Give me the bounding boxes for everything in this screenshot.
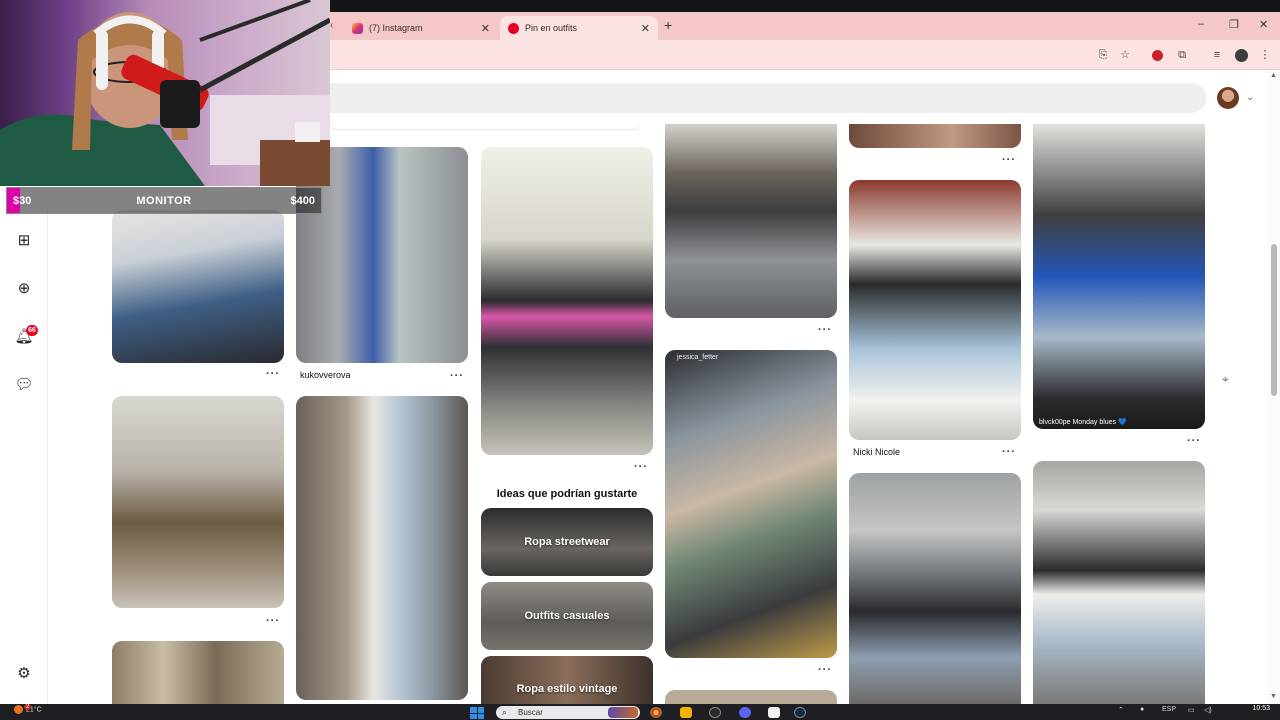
instagram-icon	[352, 22, 363, 34]
weather-icon	[14, 705, 23, 714]
pin-overlay-caption: jessica_fetter	[677, 354, 719, 361]
search-icon: ⌕	[502, 707, 508, 717]
goal-label: MONITOR	[136, 195, 192, 207]
scroll-down-icon[interactable]: ▼	[1270, 693, 1277, 700]
pin-more-button[interactable]: ···	[266, 615, 280, 627]
taskbar-search-input[interactable]: ⌕ Buscar	[496, 706, 640, 719]
pin-more-button[interactable]: ···	[266, 368, 280, 380]
pin-card[interactable]	[112, 641, 284, 704]
pin-card[interactable]	[112, 396, 284, 608]
weather-widget[interactable]: 21°C 2	[14, 704, 42, 714]
pin-card[interactable]: jessica_fetter	[665, 350, 837, 658]
messages-icon[interactable]: 💬︎	[14, 375, 34, 395]
tray-chevron-icon[interactable]: ⌃	[1118, 706, 1124, 714]
close-window-button[interactable]: ✕	[1259, 18, 1268, 31]
tab-instagram[interactable]: (7) Instagram ✕	[344, 16, 498, 40]
boards-icon[interactable]: ⊞	[14, 231, 34, 251]
browser-menu-icon[interactable]: ⋮	[1258, 48, 1272, 62]
idea-label: Outfits casuales	[524, 610, 610, 622]
pin-more-button[interactable]: ···	[450, 370, 464, 382]
pin-card[interactable]	[849, 473, 1021, 704]
chevron-down-icon[interactable]: ⌄	[1246, 92, 1254, 103]
discord-icon[interactable]	[739, 707, 751, 718]
notification-count-badge: 66	[26, 325, 38, 336]
chrome-icon[interactable]	[650, 707, 662, 718]
microphone-icon[interactable]: ●	[1140, 706, 1144, 713]
pin-card[interactable]	[849, 124, 1021, 148]
close-tab-icon[interactable]: ✕	[641, 22, 650, 35]
profile-avatar-icon[interactable]	[1235, 49, 1248, 62]
pin-caption: Nicki Nicole	[853, 447, 901, 457]
mouse-cursor-icon: ⌖	[1222, 372, 1229, 386]
search-input[interactable]	[330, 83, 1206, 113]
idea-label: Ropa streetwear	[524, 536, 610, 548]
taskbar-search-placeholder: Buscar	[518, 708, 543, 717]
pin-card[interactable]	[112, 210, 284, 363]
pin-more-button[interactable]: ···	[634, 461, 648, 473]
pin-card[interactable]: blvck00pe Monday blues 💙	[1033, 124, 1205, 429]
taskbar: 21°C 2 ⌕ Buscar ⌃ ● ESP ▭ ◁) 10:53	[0, 704, 1280, 720]
extension-red-icon[interactable]	[1152, 50, 1163, 61]
pin-more-button[interactable]: ···	[1002, 154, 1016, 166]
extensions-puzzle-icon[interactable]: ⧉	[1175, 48, 1189, 62]
pin-card[interactable]	[296, 396, 468, 700]
file-explorer-icon[interactable]	[680, 707, 692, 718]
pin-card[interactable]	[665, 690, 837, 704]
address-bar: ⎘ ☆ ⧉ ≡ ⋮	[330, 40, 1280, 70]
user-avatar[interactable]	[1217, 87, 1239, 109]
streamer-camera-image	[0, 0, 330, 186]
obs-icon[interactable]	[709, 707, 721, 718]
goal-max-amount: $400	[290, 195, 315, 207]
tab-pinterest[interactable]: Pin en outfits ✕	[500, 16, 658, 40]
close-tab-icon[interactable]: ✕	[481, 22, 490, 35]
tab-title: Pin en outfits	[525, 23, 578, 33]
search-highlight-image	[608, 707, 638, 718]
taskbar-clock[interactable]: 10:53	[1236, 705, 1270, 713]
tab-title: (7) Instagram	[369, 23, 423, 33]
pin-card[interactable]	[849, 180, 1021, 440]
idea-label: Ropa estilo vintage	[516, 683, 618, 695]
install-app-icon[interactable]: ⎘	[1096, 48, 1110, 62]
idea-card-vintage[interactable]: Ropa estilo vintage	[481, 656, 653, 704]
donation-goal-bar: $30 MONITOR $400	[6, 187, 322, 214]
webcam-overlay	[0, 0, 330, 186]
minimize-button[interactable]: –	[1198, 18, 1204, 30]
search-dropdown-edge	[330, 124, 640, 130]
tab-scroll-left-icon[interactable]: ‹	[330, 20, 333, 31]
pin-card[interactable]	[1033, 461, 1205, 704]
idea-card-casuales[interactable]: Outfits casuales	[481, 582, 653, 650]
scrollbar-thumb[interactable]	[1271, 244, 1277, 396]
volume-icon[interactable]: ◁)	[1204, 706, 1212, 714]
ideas-section-title: Ideas que podrían gustarte	[496, 488, 638, 500]
network-icon[interactable]: ▭	[1188, 706, 1195, 714]
pin-caption: kukovverova	[300, 370, 351, 380]
create-icon[interactable]: ⊕	[14, 279, 34, 299]
pin-more-button[interactable]: ···	[818, 664, 832, 676]
settings-icon[interactable]: ⚙	[14, 664, 34, 684]
pin-overlay-caption: blvck00pe Monday blues 💙	[1039, 419, 1127, 426]
language-indicator[interactable]: ESP	[1162, 706, 1176, 713]
bookmark-star-icon[interactable]: ☆	[1118, 48, 1132, 62]
pin-more-button[interactable]: ···	[818, 324, 832, 336]
pin-more-button[interactable]: ···	[1187, 435, 1201, 447]
screen: ‹ (7) Instagram ✕ Pin en outfits ✕ + – ❐…	[0, 0, 1280, 720]
tab-bar: ‹ (7) Instagram ✕ Pin en outfits ✕ + – ❐…	[330, 12, 1280, 40]
pin-more-button[interactable]: ···	[1002, 446, 1016, 458]
scroll-up-icon[interactable]: ▲	[1270, 72, 1277, 79]
pin-card[interactable]	[665, 124, 837, 318]
windows-start-icon[interactable]	[470, 707, 484, 719]
idea-card-streetwear[interactable]: Ropa streetwear	[481, 508, 653, 576]
app-icon[interactable]	[768, 707, 780, 718]
new-tab-button[interactable]: +	[664, 17, 672, 33]
pinterest-header: ⌄	[330, 70, 1280, 124]
maximize-button[interactable]: ❐	[1229, 18, 1239, 31]
pinterest-icon	[508, 22, 519, 34]
media-control-icon[interactable]: ≡	[1210, 48, 1224, 62]
steam-icon[interactable]	[794, 707, 806, 718]
pin-card[interactable]	[481, 147, 653, 455]
